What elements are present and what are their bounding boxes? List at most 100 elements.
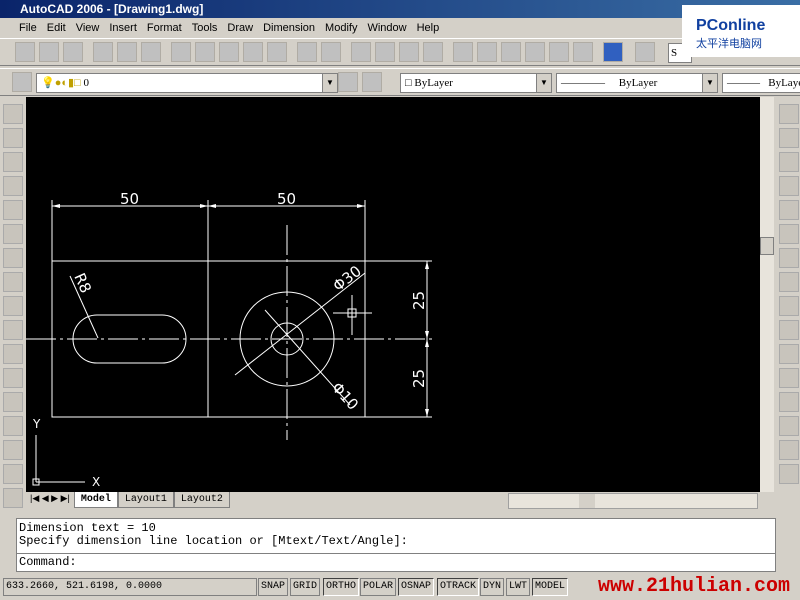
dyn-toggle[interactable]: DYN [480, 578, 505, 596]
design-center-icon[interactable] [477, 42, 498, 62]
command-window[interactable]: Dimension text = 10 Specify dimension li… [16, 518, 776, 572]
rectangle-icon[interactable] [3, 200, 23, 220]
pan-icon[interactable] [351, 42, 372, 62]
zoom-previous-icon[interactable] [423, 42, 444, 62]
chevron-down-icon[interactable]: ▼ [702, 74, 717, 92]
tab-layout2[interactable]: Layout2 [173, 492, 230, 508]
move-icon[interactable] [779, 224, 799, 244]
chamfer-icon[interactable] [779, 416, 799, 436]
make-block-icon[interactable] [3, 392, 23, 412]
tab-layout1[interactable]: Layout1 [117, 492, 174, 508]
polyline-icon[interactable] [3, 152, 23, 172]
menu-bar: File Edit View Insert Format Tools Draw Dimensi… [0, 18, 800, 38]
properties-icon[interactable] [453, 42, 474, 62]
menu-dimension[interactable]: Dimension [258, 18, 320, 38]
mirror-icon[interactable] [779, 152, 799, 172]
undo-icon[interactable] [297, 42, 318, 62]
ortho-toggle[interactable]: ORTHO [323, 578, 360, 596]
snap-toggle[interactable]: SNAP [258, 578, 289, 596]
arc-icon[interactable] [3, 224, 23, 244]
vertical-scrollbar[interactable] [760, 97, 774, 492]
menu-modify[interactable]: Modify [320, 18, 362, 38]
polar-toggle[interactable]: POLAR [360, 578, 397, 596]
menu-view[interactable]: View [71, 18, 105, 38]
layer-manager-icon[interactable] [12, 72, 32, 92]
horizontal-scrollbar[interactable] [508, 493, 758, 509]
help-icon[interactable] [603, 42, 624, 62]
calculator-icon[interactable] [573, 42, 594, 62]
ellipse-arc-icon[interactable] [3, 344, 23, 364]
command-prompt[interactable]: Command: [17, 553, 775, 571]
scale-icon[interactable] [779, 272, 799, 292]
copy-icon[interactable] [195, 42, 216, 62]
spline-icon[interactable] [3, 296, 23, 316]
osnap-toggle[interactable]: OSNAP [398, 578, 435, 596]
menu-help[interactable]: Help [412, 18, 445, 38]
region-icon[interactable] [3, 464, 23, 484]
print-icon[interactable] [93, 42, 114, 62]
chevron-down-icon[interactable]: ▼ [536, 74, 551, 92]
tab-nav-arrows[interactable]: |◀ ◀ ▶ ▶| [26, 493, 74, 503]
point-icon[interactable] [3, 416, 23, 436]
explode-icon[interactable] [779, 464, 799, 484]
menu-draw[interactable]: Draw [222, 18, 258, 38]
markup-icon[interactable] [549, 42, 570, 62]
join-icon[interactable] [779, 392, 799, 412]
save-icon[interactable] [63, 42, 84, 62]
layer-select[interactable]: 💡●◐▮□ 0 ▼ [36, 73, 338, 93]
tab-model[interactable]: Model [73, 492, 118, 508]
cut-icon[interactable] [171, 42, 192, 62]
revision-cloud-icon[interactable] [3, 272, 23, 292]
menu-file[interactable]: File [14, 18, 42, 38]
fillet-icon[interactable] [779, 440, 799, 460]
line-icon[interactable] [3, 104, 23, 124]
lineweight-select[interactable]: ——— ByLayer [722, 73, 800, 93]
construction-line-icon[interactable] [3, 128, 23, 148]
open-icon[interactable] [39, 42, 60, 62]
circle-icon[interactable] [3, 248, 23, 268]
menu-format[interactable]: Format [142, 18, 187, 38]
h-scroll-thumb[interactable] [579, 494, 595, 508]
erase-icon[interactable] [779, 104, 799, 124]
insert-block-icon[interactable] [3, 368, 23, 388]
sheet-set-icon[interactable] [525, 42, 546, 62]
text-style-icon[interactable] [635, 42, 656, 62]
new-icon[interactable] [15, 42, 36, 62]
menu-insert[interactable]: Insert [104, 18, 142, 38]
layer-previous-icon[interactable] [362, 72, 382, 92]
copy-object-icon[interactable] [779, 128, 799, 148]
zoom-window-icon[interactable] [399, 42, 420, 62]
trim-icon[interactable] [779, 320, 799, 340]
polygon-icon[interactable] [3, 176, 23, 196]
rotate-icon[interactable] [779, 248, 799, 268]
offset-icon[interactable] [779, 176, 799, 196]
tool-palettes-icon[interactable] [501, 42, 522, 62]
extend-icon[interactable] [779, 344, 799, 364]
publish-icon[interactable] [141, 42, 162, 62]
chevron-down-icon[interactable]: ▼ [322, 74, 337, 92]
menu-tools[interactable]: Tools [187, 18, 223, 38]
table-icon[interactable] [3, 488, 23, 508]
match-properties-icon[interactable] [243, 42, 264, 62]
grid-toggle[interactable]: GRID [290, 578, 321, 596]
menu-edit[interactable]: Edit [42, 18, 71, 38]
block-editor-icon[interactable] [267, 42, 288, 62]
zoom-realtime-icon[interactable] [375, 42, 396, 62]
stretch-icon[interactable] [779, 296, 799, 316]
model-toggle[interactable]: MODEL [532, 578, 569, 596]
preview-icon[interactable] [117, 42, 138, 62]
hatch-icon[interactable] [3, 440, 23, 460]
ellipse-icon[interactable] [3, 320, 23, 340]
drawing-canvas[interactable]: 50 50 25 25 R8 Φ30 Φ10 Y X [26, 97, 760, 492]
make-current-icon[interactable] [338, 72, 358, 92]
otrack-toggle[interactable]: OTRACK [437, 578, 480, 596]
lwt-toggle[interactable]: LWT [506, 578, 531, 596]
redo-icon[interactable] [321, 42, 342, 62]
color-select[interactable]: □ ByLayer ▼ [400, 73, 552, 93]
menu-window[interactable]: Window [362, 18, 411, 38]
linetype-select[interactable]: ———— ByLayer ▼ [556, 73, 718, 93]
scroll-thumb[interactable] [760, 237, 774, 255]
break-icon[interactable] [779, 368, 799, 388]
array-icon[interactable] [779, 200, 799, 220]
paste-icon[interactable] [219, 42, 240, 62]
